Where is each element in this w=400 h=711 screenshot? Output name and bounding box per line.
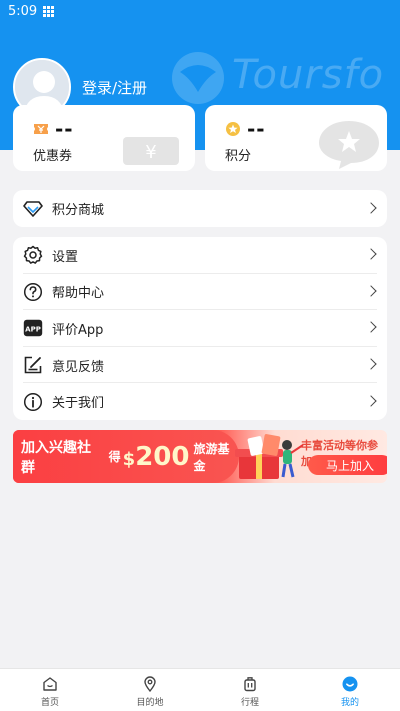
coupon-label: 优惠券 (33, 149, 73, 164)
tab-label-destination: 目的地 (136, 698, 164, 708)
menu-item-about[interactable]: 关于我们 (13, 383, 387, 420)
menu-label-settings: 设置 (52, 249, 79, 265)
menu-item-feedback[interactable]: 意见反馈 (13, 347, 387, 384)
menu-item-points-mall[interactable]: 积分商城 (13, 190, 387, 227)
chevron-right-icon (365, 248, 377, 260)
menu-label-feedback: 意见反馈 (52, 359, 105, 375)
location-pin-icon (142, 676, 158, 692)
gear-icon (23, 245, 43, 265)
coupon-icon (34, 124, 48, 134)
profile-smile-icon (342, 676, 358, 692)
chevron-right-icon (365, 395, 377, 407)
tab-itinerary[interactable]: 行程 (200, 669, 300, 711)
chevron-right-icon (365, 285, 377, 297)
banner-join-text: 加入兴趣社群 (21, 439, 91, 476)
chevron-right-icon (365, 358, 377, 370)
coupon-count: -- (55, 117, 74, 141)
points-mall-card[interactable]: 积分商城 (13, 190, 387, 227)
feedback-icon (23, 355, 43, 375)
tab-home[interactable]: 首页 (0, 669, 100, 711)
menu-item-settings[interactable]: 设置 (13, 237, 387, 274)
points-count: -- (247, 117, 266, 141)
help-icon (23, 282, 43, 302)
tab-label-profile: 我的 (340, 698, 359, 708)
menu-label-help: 帮助中心 (52, 286, 105, 302)
banner-amount: $200 (123, 442, 190, 472)
luggage-icon (242, 676, 258, 692)
tab-label-itinerary: 行程 (240, 698, 259, 708)
coupon-card[interactable]: ¥ -- 优惠券 (13, 105, 195, 171)
brand-watermark-text: Toursfo (232, 52, 385, 98)
ticket-deco-icon: ¥ (123, 137, 179, 165)
points-mall-label: 积分商城 (52, 203, 105, 218)
status-bar: 5:09 (0, 0, 400, 22)
info-icon (23, 392, 43, 412)
points-medal-icon (226, 122, 240, 136)
svg-text:¥: ¥ (145, 142, 156, 163)
app-icon: APP (23, 318, 43, 338)
bottom-tab-bar: 首页 目的地 行程 我的 (0, 668, 400, 711)
points-card[interactable]: -- 积分 (205, 105, 387, 171)
login-register-link[interactable]: 登录/注册 (82, 77, 147, 98)
tab-profile[interactable]: 我的 (300, 669, 400, 711)
banner-get-text: 得 (108, 450, 121, 464)
chevron-right-icon (365, 321, 377, 334)
menu-item-rate-app[interactable]: APP 评价App (13, 310, 387, 347)
banner-headline: 加入兴趣社群 得 $200 旅游基金 (13, 430, 239, 483)
status-time: 5:09 (8, 3, 38, 19)
diamond-icon (23, 199, 43, 219)
banner-amount-value: 200 (135, 441, 190, 472)
points-label: 积分 (225, 149, 252, 164)
community-promo-banner[interactable]: 加入兴趣社群 得 $200 旅游基金 丰富活动等你参加 马上加入 (13, 430, 387, 483)
star-bubble-deco-icon (319, 121, 379, 169)
home-icon (42, 676, 58, 692)
menu-label-about: 关于我们 (52, 396, 105, 412)
banner-currency: $ (122, 448, 136, 470)
menu-item-help[interactable]: 帮助中心 (13, 274, 387, 311)
chevron-right-icon (365, 201, 377, 214)
gift-box-illustration-icon (235, 434, 304, 479)
menu-label-rate-app: 评价App (52, 322, 104, 338)
notification-grid-icon (43, 5, 55, 17)
svg-text:APP: APP (25, 326, 41, 334)
tab-label-home: 首页 (40, 698, 59, 708)
join-now-button[interactable]: 马上加入 (308, 455, 387, 475)
settings-menu: 设置 帮助中心 APP 评价App 意见反馈 关于我们 (13, 237, 387, 420)
tab-destination[interactable]: 目的地 (100, 669, 200, 711)
